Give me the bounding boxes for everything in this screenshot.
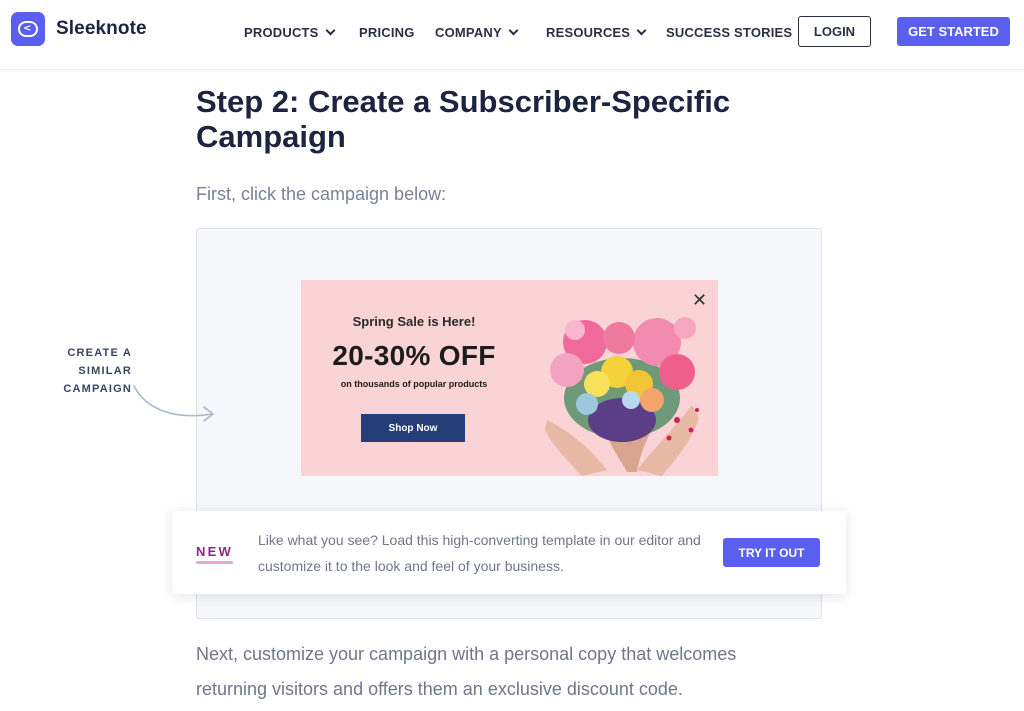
popup-headline: 20-30% OFF — [332, 340, 496, 371]
nav-pricing[interactable]: PRICING — [359, 0, 415, 64]
nav-products[interactable]: PRODUCTS — [244, 0, 336, 64]
site-header: < Sleeknote PRODUCTS PRICING COMPANY RES… — [0, 0, 1024, 70]
nav-resources-label: RESOURCES — [546, 24, 631, 40]
chevron-down-icon — [508, 25, 519, 35]
close-icon[interactable]: ✕ — [692, 290, 707, 311]
intro-text: First, click the campaign below: — [196, 184, 447, 204]
create-similar-campaign-label[interactable]: CREATE A SIMILAR CAMPAIGN — [10, 344, 132, 398]
nav-pricing-label: PRICING — [359, 24, 415, 40]
page-title: Step 2: Create a Subscriber-Specific Cam… — [196, 84, 731, 154]
nav-products-label: PRODUCTS — [244, 24, 319, 40]
chevron-down-icon — [325, 25, 336, 35]
popup-kicker: Spring Sale is Here! — [352, 314, 476, 329]
nav-success-stories[interactable]: SUCCESS STORIES — [666, 0, 792, 64]
nav-resources[interactable]: RESOURCES — [546, 0, 647, 64]
get-started-button[interactable]: GET STARTED — [897, 17, 1010, 46]
banner-text: Like what you see? Load this high-conver… — [258, 532, 701, 574]
shop-now-button[interactable]: Shop Now — [361, 414, 465, 442]
popup-subline: on thousands of popular products — [340, 379, 488, 389]
flower-heart-hands-image — [545, 317, 699, 476]
logo-mark-icon: < — [11, 12, 45, 46]
nav-company[interactable]: COMPANY — [435, 0, 519, 64]
login-button[interactable]: LOGIN — [798, 16, 871, 47]
template-banner: NEW Like what you see? Load this high-co… — [172, 511, 846, 594]
nav-company-label: COMPANY — [435, 24, 502, 40]
chevron-down-icon — [636, 25, 647, 35]
logo-text: Sleeknote — [56, 18, 147, 39]
try-it-out-button[interactable]: TRY IT OUT — [723, 538, 820, 567]
nav-success-stories-label: SUCCESS STORIES — [666, 24, 793, 40]
next-paragraph: Next, customize your campaign with a per… — [196, 644, 737, 699]
campaign-popup[interactable]: Spring Sale is Here! 20-30% OFF on thous… — [301, 280, 718, 476]
sleeknote-logo[interactable]: < Sleeknote — [11, 12, 147, 46]
new-badge-underline — [196, 561, 233, 564]
new-badge: NEW — [196, 544, 233, 559]
curved-arrow-icon — [133, 385, 214, 422]
